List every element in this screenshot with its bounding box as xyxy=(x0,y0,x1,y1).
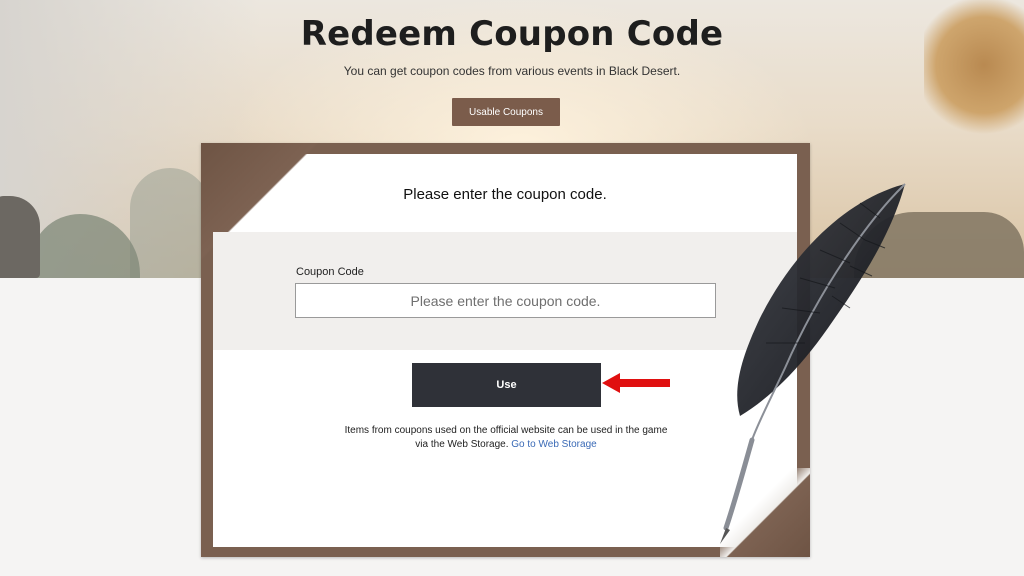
page-subtitle: You can get coupon codes from various ev… xyxy=(343,64,681,78)
tree-silhouette xyxy=(130,168,210,278)
coupon-code-label: Coupon Code xyxy=(296,266,364,278)
red-arrow-icon xyxy=(602,373,670,393)
coupon-code-input[interactable] xyxy=(295,283,716,318)
use-button[interactable]: Use xyxy=(412,363,601,407)
page-title: Redeem Coupon Code xyxy=(300,14,724,54)
usable-coupons-button[interactable]: Usable Coupons xyxy=(452,98,560,126)
rock xyxy=(0,196,40,278)
go-to-web-storage-link[interactable]: Go to Web Storage xyxy=(511,439,596,450)
note-text: Items from coupons used on the official … xyxy=(344,425,668,436)
quill-pen-icon xyxy=(720,183,906,544)
note-text: via the Web Storage. xyxy=(415,439,509,450)
web-storage-note: Items from coupons used on the official … xyxy=(300,424,712,452)
